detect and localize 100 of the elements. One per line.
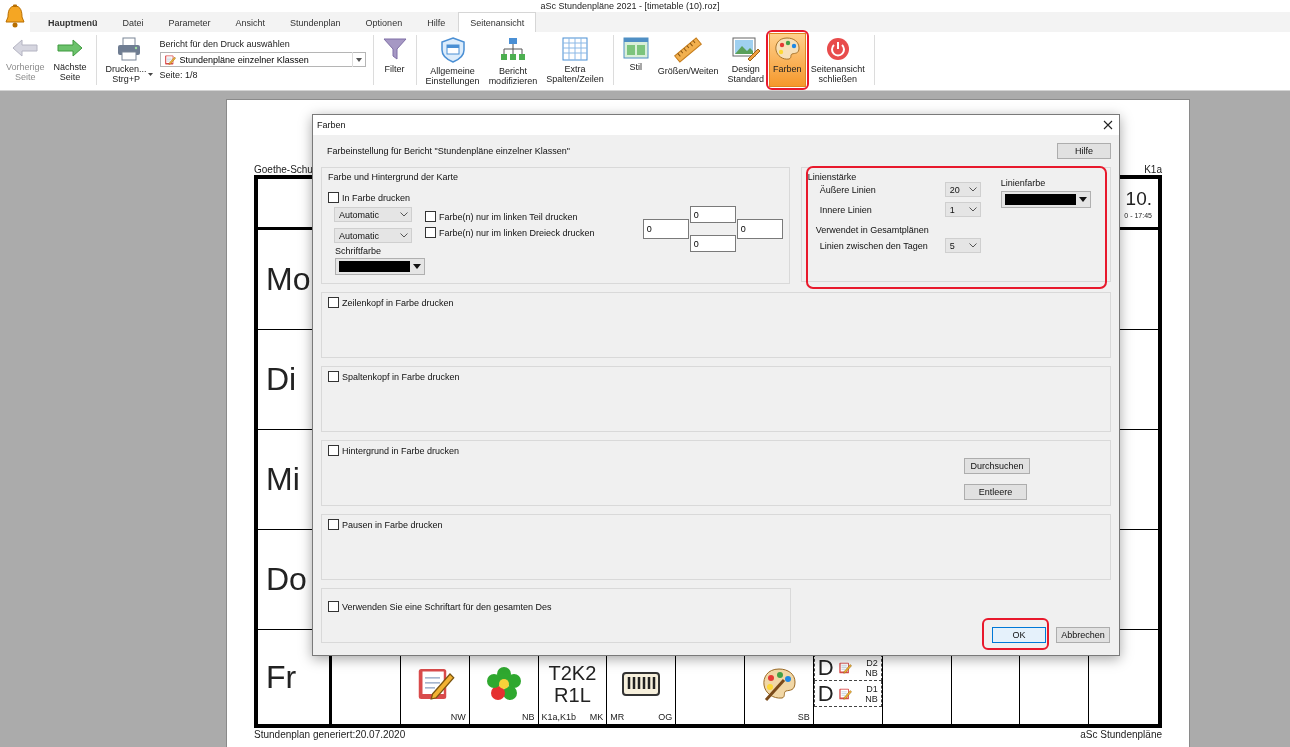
- menu-tab[interactable]: Optionen: [353, 12, 415, 32]
- input-field[interactable]: 0: [736, 219, 783, 239]
- teacher-label: NB: [865, 667, 878, 678]
- funnel-icon: [382, 37, 407, 61]
- checkbox[interactable]: Farbe(n) nur im linken Teil drucken: [425, 211, 595, 222]
- dialog-description: Farbeinstellung für Bericht "Stundenpläne einzelner Klassen": [327, 146, 571, 156]
- window-title: aSc Stundenpläne 2021 - [timetable (10).roz]: [540, 1, 720, 11]
- day-label: Mo: [266, 261, 311, 298]
- group-title: Farbe und Hintergrund der Karte: [328, 172, 460, 182]
- page-counter: Seite: 1/8: [159, 70, 199, 80]
- lesson-label: R1L: [554, 684, 591, 706]
- dialog-button[interactable]: OK: [992, 627, 1046, 643]
- checkbox[interactable]: Pausen in Farbe drucken: [328, 519, 443, 530]
- toolbar-button[interactable]: Extra Spalten/Zeilen: [542, 33, 608, 87]
- day-label: Fr: [266, 658, 297, 696]
- bell-icon: [4, 4, 26, 28]
- menu-tab[interactable]: Hilfe: [415, 12, 458, 32]
- dropdown[interactable]: 20: [944, 182, 981, 197]
- color-swatch: [1004, 194, 1076, 205]
- day-label: Di: [266, 361, 297, 398]
- chevron-down-icon: [968, 207, 977, 212]
- chevron-down-icon: [400, 233, 408, 238]
- input-field[interactable]: 0: [689, 235, 736, 252]
- close-button[interactable]: [1101, 118, 1115, 132]
- toolbar-button[interactable]: Drucken... Strg+P: [101, 33, 157, 87]
- caret-down-icon: [355, 57, 362, 62]
- dropdown[interactable]: Automatic: [334, 207, 412, 222]
- day-label: Mi: [266, 461, 300, 498]
- checkbox[interactable]: Zeilenkopf in Farbe drucken: [328, 297, 454, 308]
- class-name: K1a: [1144, 164, 1162, 175]
- field-label: Verwendet in Gesamtplänen: [815, 225, 930, 235]
- shield-icon: [440, 37, 465, 63]
- checkbox[interactable]: Spaltenkopf in Farbe drucken: [328, 371, 460, 382]
- checkbox[interactable]: Verwenden Sie eine Schriftart für den gesamten Des: [328, 601, 784, 612]
- checkbox[interactable]: In Farbe drucken: [328, 192, 425, 203]
- footer-text: Stundenplan generiert:20.07.2020: [254, 729, 406, 740]
- toolbar-button[interactable]: Farben: [769, 33, 806, 87]
- notepad-pencil-icon: [837, 686, 852, 701]
- dialog-button[interactable]: Abbrechen: [1056, 627, 1110, 643]
- checkbox[interactable]: Farbe(n) nur im linken Dreieck drucken: [425, 227, 595, 238]
- teacher-label: NB: [865, 693, 878, 704]
- menu-tab[interactable]: Hauptmenü: [36, 12, 110, 32]
- menu-tab[interactable]: Parameter: [156, 12, 223, 32]
- group-title: Linienstärke: [807, 172, 858, 182]
- color-picker[interactable]: [1000, 191, 1091, 208]
- report-combo[interactable]: Stundenpläne einzelner Klassen: [159, 52, 366, 67]
- cell-caption: K1a,K1b: [541, 712, 577, 722]
- field-label: Schriftfarbe: [335, 246, 383, 256]
- toolbar-button[interactable]: Größen/Weiten: [653, 33, 723, 87]
- checkbox[interactable]: Hintergrund in Farbe drucken: [328, 445, 460, 456]
- cell-caption: NW: [450, 712, 466, 722]
- arrow-right-icon: [56, 37, 85, 59]
- input-field[interactable]: 0: [642, 219, 689, 239]
- cell-caption: NB: [522, 712, 535, 722]
- picture-pencil-icon: [731, 37, 760, 61]
- table-grid-icon: [561, 37, 588, 61]
- field-label: Innere Linien: [818, 204, 873, 215]
- toolbar-button[interactable]: Stil: [618, 33, 653, 87]
- toolbar-button[interactable]: Seitenansicht schließen: [806, 33, 869, 87]
- caret-down-icon: [413, 264, 421, 269]
- toolbar-button[interactable]: Filter: [378, 33, 411, 87]
- palette-icon: [774, 37, 801, 61]
- color-picker[interactable]: [335, 258, 425, 275]
- action-button[interactable]: Entleere: [964, 484, 1027, 500]
- toolbar-button[interactable]: Allgemeine Einstellungen: [421, 33, 484, 87]
- toolbar-button[interactable]: Nächste Seite: [49, 33, 91, 87]
- arrow-left-icon: [11, 37, 40, 59]
- help-button[interactable]: Hilfe: [1057, 143, 1111, 159]
- period-number: 10.: [1125, 187, 1152, 210]
- flower-icon: [484, 665, 523, 703]
- toolbar-button[interactable]: Design Standard: [723, 33, 769, 87]
- school-name: Goethe-Schu: [254, 164, 313, 175]
- dropdown[interactable]: Automatic: [334, 228, 412, 243]
- menu-tab[interactable]: Ansicht: [223, 12, 278, 32]
- color-swatch: [339, 261, 410, 272]
- field-label: Äußere Linien: [818, 184, 877, 195]
- org-chart-icon: [499, 37, 526, 63]
- chevron-down-icon: [968, 243, 977, 248]
- action-button[interactable]: Durchsuchen: [964, 458, 1030, 474]
- dropdown[interactable]: 1: [944, 202, 981, 217]
- cell-caption: MR: [610, 712, 625, 722]
- cell-caption: MK: [589, 712, 604, 722]
- subject-label: D: [817, 680, 834, 707]
- menu-tab[interactable]: Stundenplan: [278, 12, 353, 32]
- day-label: Do: [266, 561, 307, 598]
- menu-tab[interactable]: Datei: [110, 12, 156, 32]
- cell-caption: OG: [658, 712, 673, 722]
- chevron-down-icon: [968, 187, 977, 192]
- dropdown[interactable]: 5: [944, 238, 981, 253]
- report-heading: Bericht für den Druck auswählen: [159, 39, 291, 49]
- toolbar-button[interactable]: Bericht modifizieren: [484, 33, 542, 87]
- piano-keys-icon: [622, 672, 661, 696]
- input-field[interactable]: 0: [689, 206, 736, 223]
- menu-tab[interactable]: Seitenansicht: [458, 12, 537, 32]
- chevron-down-icon: [400, 212, 408, 217]
- power-icon: [825, 37, 850, 61]
- footer-text: aSc Stundenpläne: [1080, 729, 1162, 740]
- group-label: D1: [866, 683, 878, 694]
- subject-label: D: [817, 654, 834, 681]
- layout-icon: [622, 37, 649, 59]
